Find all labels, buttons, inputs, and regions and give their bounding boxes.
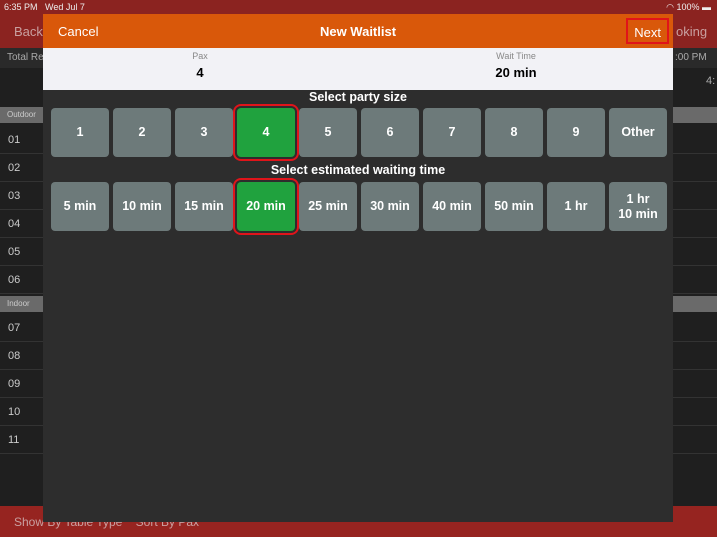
modal-header: Cancel New Waitlist Next: [43, 14, 673, 48]
wait-time-heading: Select estimated waiting time: [270, 163, 446, 177]
wait-time-option-10-min[interactable]: 10 min: [113, 182, 171, 231]
table-row-02[interactable]: 02: [8, 162, 20, 174]
party-size-option-4[interactable]: 4: [237, 108, 295, 157]
party-size-option-9[interactable]: 9: [547, 108, 605, 157]
wait-time-value: 20 min: [495, 65, 537, 80]
table-row-06[interactable]: 06: [8, 274, 20, 286]
table-row-08[interactable]: 08: [8, 350, 20, 362]
total-label: Total Re: [7, 52, 44, 63]
wait-time-label: Wait Time: [496, 51, 536, 61]
table-row-05[interactable]: 05: [8, 246, 20, 258]
table-row-04[interactable]: 04: [8, 218, 20, 230]
wait-time-option-5-min[interactable]: 5 min: [51, 182, 109, 231]
status-time: 6:35 PM: [4, 2, 38, 12]
pax-label: Pax: [192, 51, 208, 61]
time-value: 4:: [706, 75, 716, 87]
next-button[interactable]: Next: [626, 18, 669, 44]
table-row-03[interactable]: 03: [8, 190, 20, 202]
wait-time-option-1-hr[interactable]: 1 hr: [547, 182, 605, 231]
table-row-01[interactable]: 01: [8, 134, 20, 146]
table-row-07[interactable]: 07: [8, 322, 20, 334]
wait-time-option-1-hr-10-min[interactable]: 1 hr 10 min: [609, 182, 667, 231]
pax-value: 4: [196, 65, 204, 80]
party-size-option-7[interactable]: 7: [423, 108, 481, 157]
table-row-10[interactable]: 10: [8, 406, 20, 418]
summary-panel: Pax 4 Wait Time 20 min: [43, 48, 673, 90]
status-bar: 6:35 PM Wed Jul 7 ◠ 100% ▬: [0, 0, 717, 14]
party-size-option-1[interactable]: 1: [51, 108, 109, 157]
party-size-option-2[interactable]: 2: [113, 108, 171, 157]
wait-time-option-25-min[interactable]: 25 min: [299, 182, 357, 231]
back-button[interactable]: Back: [14, 24, 43, 39]
table-row-09[interactable]: 09: [8, 378, 20, 390]
party-size-heading: Select party size: [309, 90, 407, 104]
battery-indicator: ◠ 100% ▬: [666, 2, 711, 12]
wait-time-option-30-min[interactable]: 30 min: [361, 182, 419, 231]
party-size-option-3[interactable]: 3: [175, 108, 233, 157]
party-size-option-5[interactable]: 5: [299, 108, 357, 157]
party-size-option-8[interactable]: 8: [485, 108, 543, 157]
party-size-option-other[interactable]: Other: [609, 108, 667, 157]
time-column: :00 PM: [675, 52, 707, 63]
booking-button[interactable]: oking: [676, 24, 707, 39]
wait-time-option-50-min[interactable]: 50 min: [485, 182, 543, 231]
wait-time-option-15-min[interactable]: 15 min: [175, 182, 233, 231]
table-row-11[interactable]: 11: [8, 434, 19, 446]
modal-title: New Waitlist: [319, 24, 397, 39]
wait-time-option-20-min[interactable]: 20 min: [237, 182, 295, 231]
party-size-option-6[interactable]: 6: [361, 108, 419, 157]
wait-time-option-40-min[interactable]: 40 min: [423, 182, 481, 231]
status-date: Wed Jul 7: [45, 2, 85, 12]
new-waitlist-modal: Cancel New Waitlist Next Pax 4 Wait Time 2…: [43, 14, 673, 522]
